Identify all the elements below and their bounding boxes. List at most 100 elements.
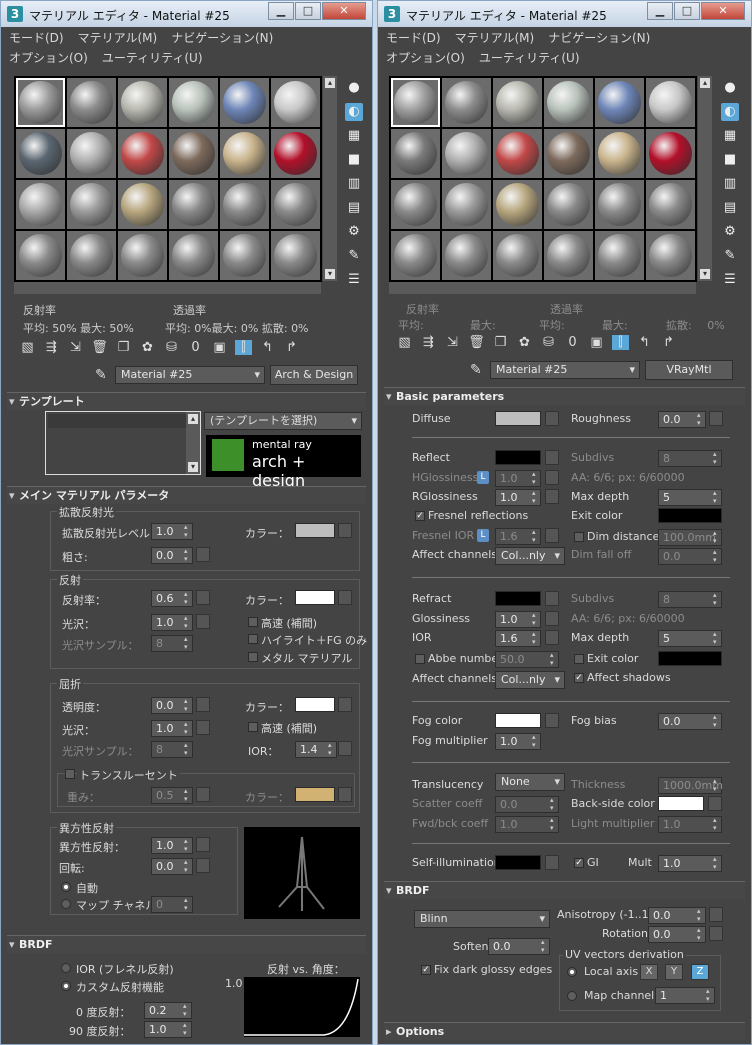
fresnel-ior-lock-button[interactable]: L	[477, 529, 489, 542]
sample-slot[interactable]	[493, 231, 542, 280]
slot-horizontal-scrollbar-right[interactable]	[389, 282, 696, 294]
template-rollout[interactable]: テンプレート	[7, 392, 366, 410]
sample-slot[interactable]	[646, 78, 695, 127]
refract-exit-swatch[interactable]	[658, 651, 722, 666]
sample-slot[interactable]	[67, 180, 116, 229]
back-side-color-map-button[interactable]	[708, 796, 722, 811]
put-to-scene-icon-right[interactable]: ⇶	[420, 335, 437, 350]
sample-slot[interactable]	[391, 78, 440, 127]
roughness-map-button[interactable]	[196, 547, 210, 562]
options-icon[interactable]: ⚙	[345, 223, 363, 241]
sample-slot[interactable]	[16, 180, 65, 229]
uv-tiling-icon-right[interactable]: ■	[721, 151, 739, 169]
menu-material-right[interactable]: マテリアル(M)	[455, 29, 535, 46]
ior-fresnel-radio[interactable]	[61, 963, 71, 973]
rotation-map-button[interactable]	[196, 858, 210, 873]
sample-slot[interactable]	[118, 78, 167, 127]
show-map-icon[interactable]: ▣	[211, 340, 228, 355]
eyedropper-icon-right[interactable]: ✎	[470, 362, 482, 378]
refraction-gloss-map-button[interactable]	[196, 720, 210, 735]
vray-roughness-map-button[interactable]	[709, 411, 723, 426]
fog-color-map-button[interactable]	[545, 713, 559, 728]
sample-slot[interactable]	[67, 129, 116, 178]
brdf-type-select[interactable]: Blinn	[414, 910, 550, 928]
hglossiness-map-button[interactable]	[545, 470, 559, 485]
fog-multiplier-spinner[interactable]: 1.0	[495, 733, 541, 750]
menu-options[interactable]: オプション(O)	[9, 49, 88, 66]
sample-type-icon-right[interactable]: ●	[721, 79, 739, 97]
sample-slot[interactable]	[391, 231, 440, 280]
ior-spinner[interactable]: 1.4	[295, 741, 337, 758]
anisotropy-spinner-right[interactable]: 0.0	[648, 907, 706, 924]
maximize-button[interactable]: □	[295, 2, 321, 20]
sample-slot[interactable]	[169, 180, 218, 229]
vray-ior-spinner[interactable]: 1.6	[495, 630, 541, 647]
material-id-icon-right[interactable]: 0	[564, 335, 581, 350]
sample-slot[interactable]	[118, 129, 167, 178]
get-material-icon-right[interactable]: ▧	[396, 335, 413, 350]
slot-horizontal-scrollbar[interactable]	[14, 282, 321, 294]
sample-slot[interactable]	[595, 231, 644, 280]
dim-fall-off-spinner[interactable]: 0.0	[658, 548, 722, 565]
sample-slot[interactable]	[67, 78, 116, 127]
vray-roughness-spinner[interactable]: 0.0	[658, 411, 706, 428]
sample-slot[interactable]	[544, 231, 593, 280]
background-icon[interactable]: ▦	[345, 127, 363, 145]
sample-slot-grid-right[interactable]	[389, 76, 697, 282]
sample-slot[interactable]	[169, 231, 218, 280]
sample-slot[interactable]	[442, 78, 491, 127]
minimize-button[interactable]: ▁	[268, 2, 294, 20]
refract-affect-select[interactable]: Col...nly	[495, 671, 565, 689]
sample-slot[interactable]	[595, 78, 644, 127]
refraction-samples-spinner[interactable]: 8	[151, 741, 193, 758]
transparency-map-button[interactable]	[196, 697, 210, 712]
fwd-bck-coeff-spinner[interactable]: 1.0	[495, 816, 559, 833]
put-library-icon[interactable]: ⛁	[163, 340, 180, 355]
sample-slot[interactable]	[220, 231, 269, 280]
reflectivity-spinner[interactable]: 0.6	[151, 590, 193, 607]
reflection-gloss-spinner[interactable]: 1.0	[151, 614, 193, 631]
highlight-fg-checkbox[interactable]	[248, 634, 258, 644]
deg90-spinner[interactable]: 1.0	[144, 1021, 192, 1038]
light-multiplier-spinner[interactable]: 1.0	[658, 816, 722, 833]
sample-slot[interactable]	[544, 78, 593, 127]
vray-diffuse-map-button[interactable]	[545, 411, 559, 426]
self-illumination-swatch[interactable]	[495, 855, 541, 870]
go-parent-icon-right[interactable]: ↰	[636, 335, 653, 350]
reset-icon[interactable]: 🗑	[91, 340, 108, 355]
material-id-icon[interactable]: 0	[187, 340, 204, 355]
sample-slot[interactable]	[220, 78, 269, 127]
refract-map-button[interactable]	[545, 591, 559, 606]
sample-slot[interactable]	[271, 231, 320, 280]
material-name-field[interactable]: Material #25	[115, 366, 265, 384]
refract-swatch[interactable]	[495, 591, 541, 606]
map-channel-spinner[interactable]: 0	[151, 896, 193, 913]
sample-slot[interactable]	[646, 180, 695, 229]
refract-max-depth-spinner[interactable]: 5	[658, 630, 722, 647]
sample-slot[interactable]	[220, 129, 269, 178]
anisotropy-spinner[interactable]: 1.0	[151, 837, 193, 854]
rotation-spinner-right[interactable]: 0.0	[648, 926, 706, 943]
fix-dark-edges-checkbox[interactable]: ✓	[421, 965, 431, 975]
sample-slot-grid[interactable]	[14, 76, 322, 282]
vray-diffuse-swatch[interactable]	[495, 411, 541, 426]
refract-exit-checkbox[interactable]	[574, 654, 584, 664]
copy-material-icon-right[interactable]: ❐	[492, 335, 509, 350]
rotation-spinner[interactable]: 0.0	[151, 858, 193, 875]
sample-slot[interactable]	[271, 129, 320, 178]
translucency-color-swatch[interactable]	[295, 787, 335, 802]
material-map-navigator-icon-right[interactable]: ☰	[721, 271, 739, 289]
ior-map-button[interactable]	[338, 741, 352, 756]
rglossiness-spinner[interactable]: 1.0	[495, 489, 541, 506]
abbe-spinner[interactable]: 50.0	[495, 651, 559, 668]
sample-type-icon[interactable]: ●	[345, 79, 363, 97]
sample-slot[interactable]	[493, 129, 542, 178]
sample-slot[interactable]	[67, 231, 116, 280]
sample-slot[interactable]	[595, 180, 644, 229]
roughness-spinner[interactable]: 0.0	[151, 547, 193, 564]
options-rollout[interactable]: Options	[384, 1022, 745, 1040]
abbe-checkbox[interactable]	[415, 654, 425, 664]
material-type-button[interactable]: Arch & Design	[270, 365, 358, 385]
slot-vertical-scrollbar[interactable]: ▴ ▾	[323, 76, 337, 281]
menu-mode-right[interactable]: モード(D)	[386, 29, 441, 46]
